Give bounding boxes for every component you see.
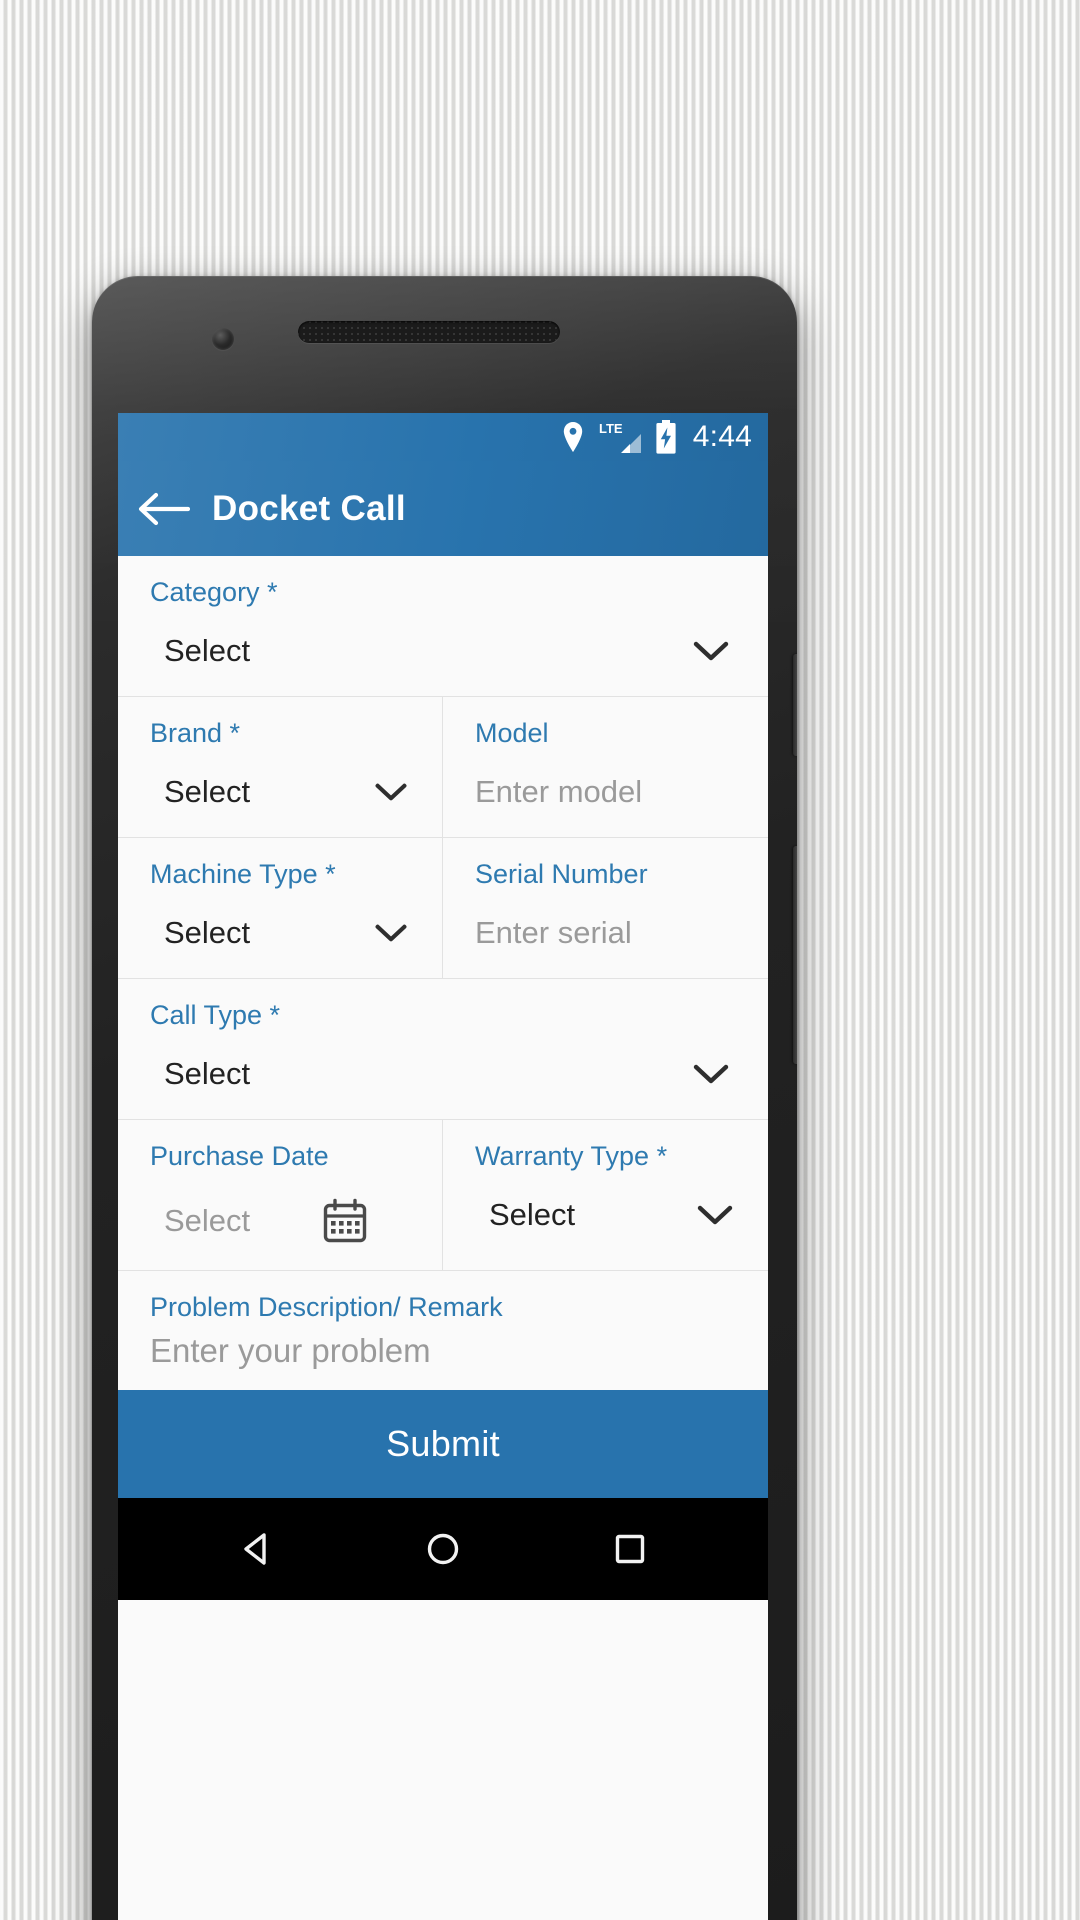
calendar-icon[interactable] <box>322 1198 414 1244</box>
submit-button[interactable]: Submit <box>118 1390 768 1499</box>
field-machine-type[interactable]: Machine Type * Select <box>118 838 443 978</box>
form-row-call-type: Call Type * Select <box>118 979 768 1120</box>
form-row-category: Category * Select <box>118 556 768 697</box>
page-title: Docket Call <box>212 488 406 528</box>
phone-screen: LTE 4:44 Docket Call Category * Select B… <box>118 413 768 1920</box>
status-bar: LTE 4:44 <box>118 413 768 461</box>
chevron-down-icon[interactable] <box>374 922 414 944</box>
field-category[interactable]: Category * Select <box>118 556 768 696</box>
field-value-model: Enter model <box>475 773 643 809</box>
field-value-category: Select <box>164 632 251 668</box>
phone-device-frame: LTE 4:44 Docket Call Category * Select B… <box>92 276 797 1920</box>
svg-text:LTE: LTE <box>599 421 623 436</box>
back-arrow-icon[interactable] <box>136 490 190 528</box>
field-label-purchase-date: Purchase Date <box>150 1141 329 1171</box>
earpiece-speaker-grille <box>298 321 560 343</box>
chevron-down-icon[interactable] <box>374 781 414 803</box>
android-navigation-bar <box>118 1498 768 1601</box>
field-value-problem-description: Enter your problem <box>150 1332 431 1370</box>
chevron-down-icon[interactable] <box>692 639 736 663</box>
form-row-date-warranty: Purchase Date Select Warranty Type * Sel… <box>118 1120 768 1271</box>
field-label-category: Category * <box>150 577 278 607</box>
recents-square-icon[interactable] <box>608 1527 652 1571</box>
battery-charging-icon <box>655 420 677 454</box>
field-label-brand: Brand * <box>150 718 241 748</box>
form-row-machine-serial: Machine Type * Select Serial Number Ente… <box>118 838 768 979</box>
form-row-brand-model: Brand * Select Model Enter model <box>118 697 768 838</box>
lte-signal-icon: LTE <box>597 420 643 454</box>
field-value-serial-number: Enter serial <box>475 914 632 950</box>
location-pin-icon <box>561 422 585 452</box>
field-value-warranty-type: Select <box>489 1196 576 1232</box>
docket-call-form: Category * Select Brand * Select Model E… <box>118 556 768 1391</box>
status-bar-clock: 4:44 <box>692 420 752 453</box>
home-circle-icon[interactable] <box>421 1527 465 1571</box>
field-label-call-type: Call Type * <box>150 1000 281 1030</box>
phone-top-bezel <box>92 276 797 410</box>
field-value-machine-type: Select <box>164 914 251 950</box>
field-value-brand: Select <box>164 773 251 809</box>
submit-button-label: Submit <box>386 1423 500 1465</box>
field-value-call-type: Select <box>164 1055 251 1091</box>
field-warranty-type[interactable]: Warranty Type * Select <box>443 1120 768 1270</box>
field-brand[interactable]: Brand * Select <box>118 697 443 837</box>
field-label-warranty-type: Warranty Type * <box>475 1141 668 1171</box>
app-bar: Docket Call <box>118 461 768 556</box>
field-label-model: Model <box>475 718 549 748</box>
field-serial-number[interactable]: Serial Number Enter serial <box>443 838 768 978</box>
volume-rocker-button[interactable] <box>793 846 797 1064</box>
field-problem-description[interactable]: Problem Description/ Remark Enter your p… <box>118 1271 768 1391</box>
chevron-down-icon[interactable] <box>696 1203 740 1227</box>
field-label-problem-description: Problem Description/ Remark <box>150 1291 503 1322</box>
field-model[interactable]: Model Enter model <box>443 697 768 837</box>
front-camera-icon <box>212 328 234 350</box>
chevron-down-icon[interactable] <box>692 1062 736 1086</box>
field-label-machine-type: Machine Type * <box>150 859 336 889</box>
back-triangle-icon[interactable] <box>234 1527 278 1571</box>
field-call-type[interactable]: Call Type * Select <box>118 979 768 1119</box>
field-label-serial-number: Serial Number <box>475 859 648 889</box>
field-value-purchase-date: Select <box>164 1202 251 1238</box>
power-button[interactable] <box>793 654 797 756</box>
field-purchase-date[interactable]: Purchase Date Select <box>118 1120 443 1270</box>
